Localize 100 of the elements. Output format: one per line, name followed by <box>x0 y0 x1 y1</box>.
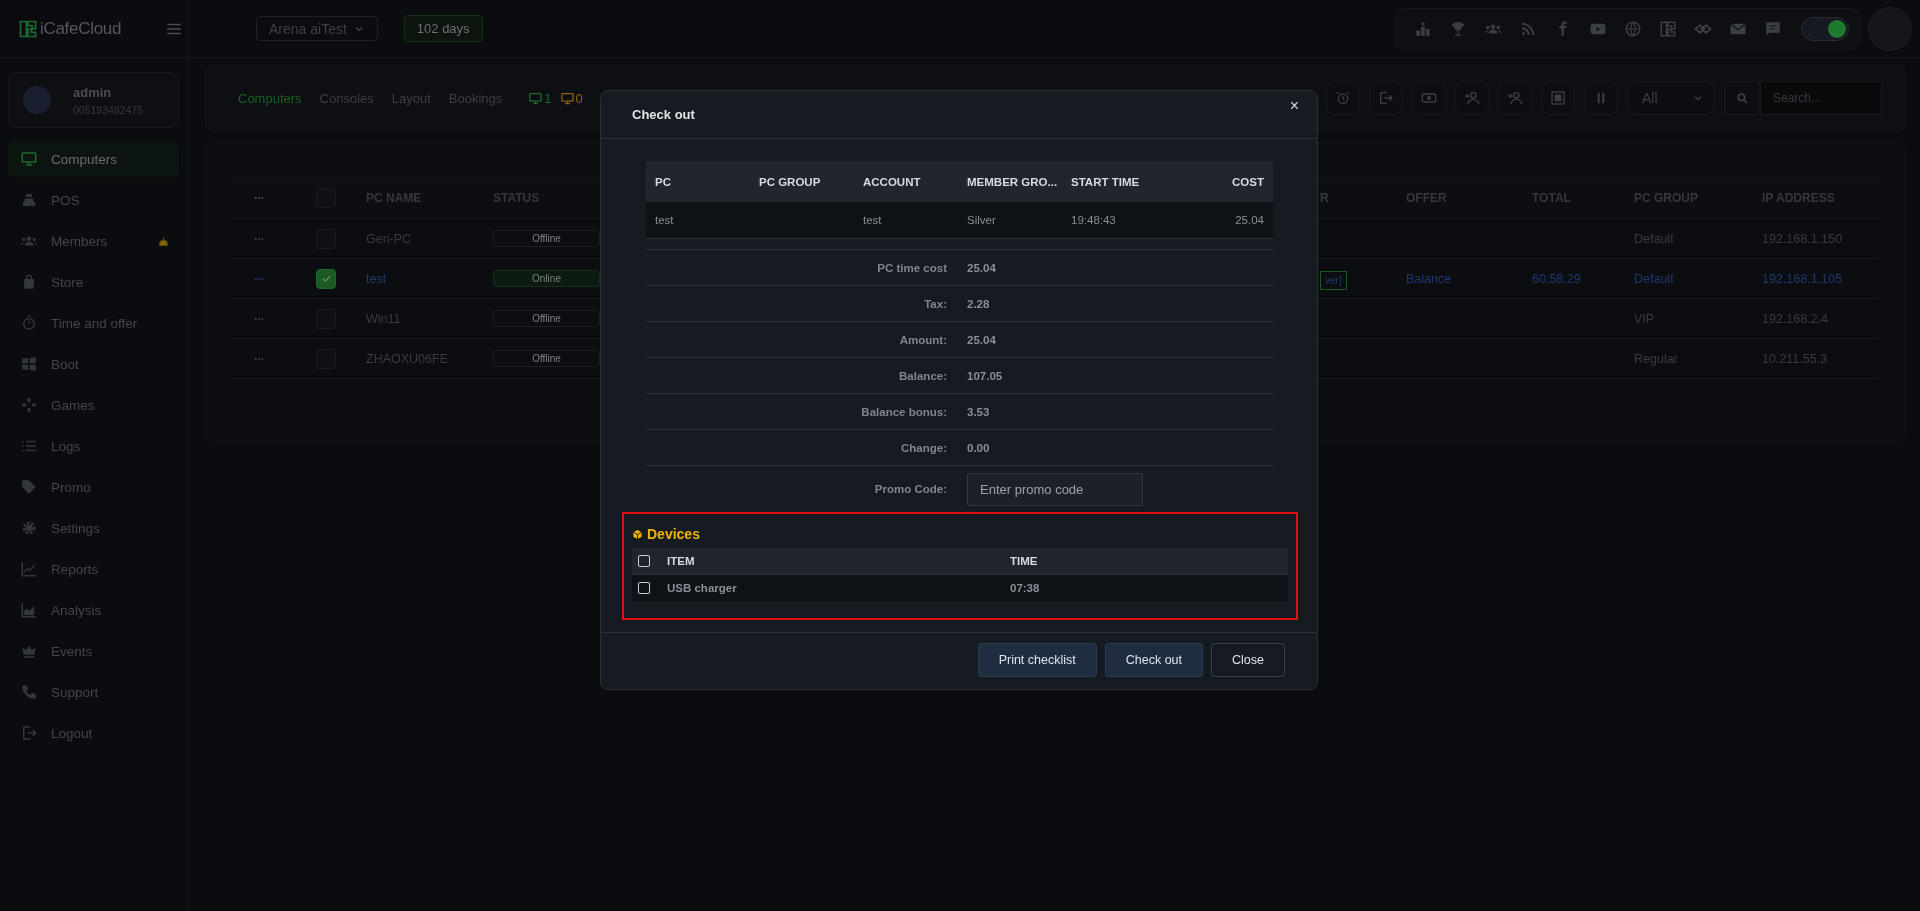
group-tag: ver] <box>1320 270 1347 290</box>
column-header: PC <box>655 175 672 188</box>
add-user-button[interactable] <box>1498 81 1532 115</box>
summary-label: Change: <box>900 441 947 454</box>
globe-icon[interactable] <box>1624 19 1642 38</box>
sidebar-item[interactable]: Analysis <box>8 592 179 628</box>
avatar <box>23 86 51 114</box>
summary-value: 25.04 <box>967 261 997 274</box>
summary-value: 2.28 <box>967 297 991 310</box>
sidebar-item[interactable]: Events <box>8 633 179 669</box>
offer-cell: Balance <box>1406 271 1452 286</box>
area-chart-icon <box>20 601 38 619</box>
table-cell: test <box>863 214 882 226</box>
settings-icon <box>20 519 38 537</box>
cash-register-icon <box>20 191 38 209</box>
status-toggle[interactable] <box>1801 16 1849 41</box>
column-header: TIME <box>1010 555 1039 567</box>
table-cell: 25.04 <box>1235 214 1264 226</box>
dialog-button[interactable]: Print checklist <box>977 643 1097 677</box>
sidebar-item[interactable]: Members <box>8 223 179 259</box>
summary-value: 107.05 <box>967 369 1004 382</box>
dialog-button[interactable]: Close <box>1211 643 1285 677</box>
sidebar-item[interactable]: Logout <box>8 715 179 751</box>
dialog-button[interactable]: Check out <box>1104 643 1204 677</box>
monitor-icon <box>20 150 38 168</box>
table-cell: test <box>655 214 674 226</box>
status-badge: Offline <box>493 310 600 327</box>
section-title: Devices <box>647 526 700 542</box>
add-user-button[interactable] <box>1455 81 1489 115</box>
app-logo-icon[interactable] <box>1659 19 1677 38</box>
summary-value: 25.04 <box>967 333 997 346</box>
sidebar-item[interactable]: Promo <box>8 469 179 505</box>
column-header: MEMBER GRO... <box>967 175 1059 188</box>
tab[interactable]: Computers <box>238 90 302 106</box>
pc-group-cell-text: Default <box>1633 271 1675 286</box>
pc-name-cell-text: test <box>365 271 388 286</box>
exit-button[interactable] <box>1369 81 1403 115</box>
phone-icon <box>20 683 38 701</box>
alarm-clock-icon <box>1335 90 1351 106</box>
sidebar-item[interactable]: Logs <box>8 428 179 464</box>
column-header: ITEM <box>667 555 696 567</box>
sidebar-item[interactable]: Computers <box>8 141 179 177</box>
item-cell-text: USB charger <box>667 582 738 594</box>
cash-button[interactable] <box>1412 81 1446 115</box>
sidebar-item[interactable]: Time and offer <box>8 305 179 341</box>
logout-icon <box>20 724 38 742</box>
stopwatch-icon <box>20 314 38 332</box>
column-header: ACCOUNT <box>863 175 922 188</box>
time-cell-text: 07:38 <box>1010 582 1041 594</box>
summary-label: PC time cost <box>876 261 947 274</box>
select-square-icon <box>1550 90 1566 106</box>
app-logo-text: iCafeCloud <box>40 18 122 39</box>
count-text: 0 <box>575 90 583 106</box>
add-user-icon <box>1507 90 1523 106</box>
chat-icon[interactable] <box>1764 19 1782 38</box>
trophy-icon[interactable] <box>1449 19 1467 38</box>
windows-grid-icon <box>20 355 38 373</box>
column-header: COST <box>1231 175 1264 188</box>
table-cell: 19:48:43 <box>1071 214 1116 226</box>
sidebar-item[interactable]: Settings <box>8 510 179 546</box>
status-badge: Offline <box>493 230 600 247</box>
alarm-clock-button[interactable] <box>1326 81 1360 115</box>
total-cell: 60:58:29 <box>1532 271 1581 286</box>
search-button[interactable] <box>1724 81 1760 115</box>
gamepad-icon <box>20 396 38 414</box>
table-cell: Silver <box>967 214 996 226</box>
podium-icon[interactable] <box>1414 19 1432 38</box>
cake-icon <box>158 235 169 247</box>
count-text: 1 <box>544 90 552 106</box>
sidebar-item[interactable]: Reports <box>8 551 179 587</box>
status-badge: Offline <box>493 350 600 367</box>
cash-icon <box>1421 90 1437 106</box>
close-button[interactable]: × <box>1287 97 1301 115</box>
summary-value: 3.53 <box>967 405 991 418</box>
search-icon <box>1735 91 1749 105</box>
box-icon <box>632 528 643 540</box>
sidebar-item[interactable]: Support <box>8 674 179 710</box>
summary-label: Tax: <box>923 297 947 310</box>
summary-label: Balance bonus: <box>860 405 947 418</box>
user-name: admin <box>73 84 113 100</box>
select-square-button[interactable] <box>1541 81 1575 115</box>
sidebar-item[interactable]: Boot <box>8 346 179 382</box>
summary-value: 0.00 <box>967 441 991 454</box>
pause-button[interactable] <box>1584 81 1618 115</box>
dialog-title: Check out <box>632 107 695 122</box>
sidebar-item[interactable]: POS <box>8 182 179 218</box>
promo-code-field[interactable]: Enter promo code <box>967 472 1143 506</box>
column-header: START TIME <box>1071 175 1141 188</box>
checkbox[interactable] <box>316 268 336 289</box>
status-badge: Online <box>493 270 600 287</box>
tag-icon <box>20 478 38 496</box>
app-logo-icon <box>18 18 38 39</box>
sidebar-item[interactable]: Store <box>8 264 179 300</box>
add-user-icon <box>1464 90 1480 106</box>
summary-label: Balance: <box>898 369 947 382</box>
line-chart-icon <box>20 560 38 578</box>
license-badge: 102 days <box>403 15 483 42</box>
exit-icon <box>1378 90 1394 106</box>
sidebar-item[interactable]: Games <box>8 387 179 423</box>
summary-label: Amount: <box>898 333 947 346</box>
